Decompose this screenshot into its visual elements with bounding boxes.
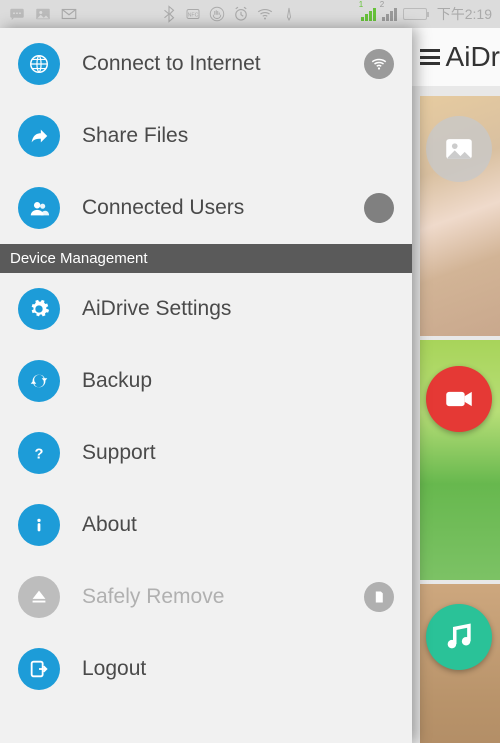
menu-label: AiDrive Settings (82, 297, 394, 321)
hand-icon (208, 5, 226, 23)
menu-settings[interactable]: AiDrive Settings (0, 273, 412, 345)
photo-fab[interactable] (426, 116, 492, 182)
alarm-icon (232, 5, 250, 23)
logout-icon (18, 648, 60, 690)
menu-label: Connect to Internet (82, 52, 342, 76)
svg-text:NFC: NFC (188, 12, 199, 18)
video-fab[interactable] (426, 366, 492, 432)
wifi-status-indicator (364, 49, 394, 79)
menu-label: Logout (82, 657, 394, 681)
menu-label: About (82, 513, 394, 537)
wifi-status-icon (256, 5, 274, 23)
menu-label: Safely Remove (82, 585, 342, 609)
status-dot (364, 193, 394, 223)
menu-label: Connected Users (82, 196, 342, 220)
sd-card-icon (364, 582, 394, 612)
chat-icon (8, 5, 26, 23)
info-icon (18, 504, 60, 546)
battery-icon (403, 8, 427, 20)
help-icon: ? (18, 432, 60, 474)
section-device-management: Device Management (0, 244, 412, 273)
nfc-icon: NFC (184, 5, 202, 23)
eject-icon (18, 576, 60, 618)
location-off-icon (280, 5, 298, 23)
menu-support[interactable]: ? Support (0, 417, 412, 489)
bluetooth-icon (160, 5, 178, 23)
menu-label: Backup (82, 369, 394, 393)
menu-share-files[interactable]: Share Files (0, 100, 412, 172)
hamburger-icon[interactable] (420, 49, 440, 65)
music-fab[interactable] (426, 604, 492, 670)
navigation-drawer: Connect to Internet Share Files Connecte… (0, 28, 412, 743)
sim1-signal: 1 (361, 7, 376, 21)
svg-text:?: ? (35, 447, 44, 463)
app-title: AiDr (446, 41, 500, 73)
menu-logout[interactable]: Logout (0, 633, 412, 705)
users-icon (18, 187, 60, 229)
mail-icon (60, 5, 78, 23)
sim2-signal: 2 (382, 7, 397, 21)
menu-backup[interactable]: Backup (0, 345, 412, 417)
video-icon (442, 382, 476, 416)
photo-notif-icon (34, 5, 52, 23)
share-icon (18, 115, 60, 157)
sync-icon (18, 360, 60, 402)
gear-icon (18, 288, 60, 330)
clock: 下午2:19 (437, 4, 492, 24)
status-bar: NFC 1 2 下午2:19 (0, 0, 500, 28)
image-icon (442, 132, 476, 166)
music-icon (442, 620, 476, 654)
menu-safely-remove[interactable]: Safely Remove (0, 561, 412, 633)
menu-about[interactable]: About (0, 489, 412, 561)
menu-connect-internet[interactable]: Connect to Internet (0, 28, 412, 100)
menu-label: Support (82, 441, 394, 465)
menu-connected-users[interactable]: Connected Users (0, 172, 412, 244)
menu-label: Share Files (82, 124, 394, 148)
globe-icon (18, 43, 60, 85)
